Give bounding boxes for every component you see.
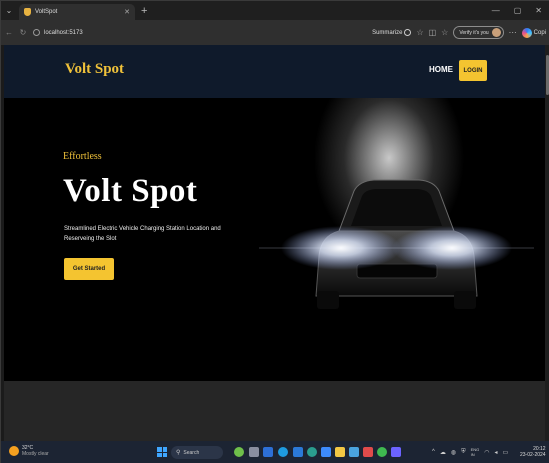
more-options-icon[interactable]: ···	[509, 28, 517, 37]
wifi-icon[interactable]: ◠	[484, 449, 489, 456]
search-placeholder: Search	[183, 449, 200, 456]
summarize-icon	[404, 29, 412, 36]
site-logo[interactable]: Volt Spot	[65, 61, 124, 78]
clock-date: 23-02-2024	[520, 452, 546, 458]
split-screen-icon[interactable]: ◫	[429, 28, 437, 37]
get-started-button[interactable]: Get Started	[64, 258, 114, 280]
web-page: Volt Spot HOME LOGIN Effortless Volt Spo…	[4, 45, 545, 441]
window-controls: — ▢ ✕	[492, 6, 549, 15]
folder-icon[interactable]	[335, 447, 345, 457]
maximize-icon[interactable]: ▢	[514, 6, 522, 15]
app-tray-icon[interactable]: ◍	[451, 449, 456, 456]
copilot-label: Copi	[533, 29, 546, 36]
page-scrollbar[interactable]	[545, 45, 549, 441]
vs-studio-icon[interactable]	[391, 447, 401, 457]
minimize-icon[interactable]: —	[492, 6, 500, 15]
task-view-icon[interactable]	[249, 447, 259, 457]
language-indicator[interactable]: ENG IN	[471, 447, 480, 457]
profile-avatar	[491, 28, 501, 37]
hero-title: Volt Spot	[63, 173, 198, 209]
close-window-icon[interactable]: ✕	[535, 6, 542, 15]
new-tab-icon[interactable]: +	[141, 5, 147, 17]
collections-icon[interactable]: ☆	[441, 28, 448, 37]
security-icon[interactable]: ⛨	[461, 449, 466, 456]
hero-section: Effortless Volt Spot Streamlined Electri…	[4, 98, 545, 381]
refresh-icon[interactable]: ↻	[19, 28, 27, 37]
weather-text: 32°C Mostly clear	[22, 445, 49, 457]
widgets-app-icon[interactable]	[234, 447, 244, 457]
verify-label: Verify it's you	[459, 29, 489, 36]
verify-profile-button[interactable]: Verify it's you	[453, 26, 504, 39]
toolbar-right: Summarize ☆ ◫ ☆ Verify it's you ··· Copi	[372, 26, 546, 39]
cloud-icon[interactable]: ☁	[440, 449, 446, 456]
summarize-label: Summarize	[372, 29, 403, 36]
weather-widget[interactable]: 32°C Mostly clear	[9, 445, 49, 457]
close-tab-icon[interactable]: ✕	[124, 8, 130, 16]
favorites-star-icon[interactable]: ☆	[416, 28, 423, 37]
weather-condition: Mostly clear	[22, 451, 49, 457]
nav-home-link[interactable]: HOME	[429, 65, 453, 74]
file-explorer-icon[interactable]	[263, 447, 273, 457]
page-lower-section	[4, 381, 545, 441]
search-icon: ⚲	[176, 450, 181, 456]
mail-app-icon[interactable]	[363, 447, 373, 457]
region-code: IN	[470, 452, 475, 457]
back-icon[interactable]: ←	[5, 28, 13, 37]
summarize-button[interactable]: Summarize	[372, 29, 412, 36]
battery-icon[interactable]: ▭	[503, 449, 509, 456]
chrome-icon[interactable]	[307, 447, 317, 457]
volume-icon[interactable]: ◂	[495, 449, 498, 456]
tab-strip: ⌄ VoltSpot ✕ + — ▢ ✕	[1, 1, 549, 20]
tab-title: VoltSpot	[35, 9, 58, 15]
start-button-icon[interactable]	[157, 447, 167, 457]
app-icon-green[interactable]	[377, 447, 387, 457]
browser-tab[interactable]: VoltSpot ✕	[19, 4, 135, 20]
login-button[interactable]: LOGIN	[459, 60, 487, 81]
address-field[interactable]: localhost:5173	[33, 25, 113, 41]
browser-window: ⌄ VoltSpot ✕ + — ▢ ✕ ← ↻ localhost:5173 …	[0, 0, 549, 463]
taskbar-search[interactable]: ⚲ Search	[171, 446, 223, 459]
tab-menu-icon[interactable]: ⌄	[1, 1, 17, 20]
car-image	[259, 179, 534, 309]
site-favicon-icon	[24, 8, 31, 16]
site-info-icon[interactable]	[33, 29, 40, 36]
system-tray: ^ ☁ ◍ ⛨ ENG IN ◠ ◂ ▭	[432, 447, 508, 457]
copilot-icon	[521, 27, 532, 38]
tray-overflow-icon[interactable]: ^	[432, 449, 435, 455]
site-navbar: Volt Spot HOME LOGIN	[4, 45, 545, 98]
hero-description: Streamlined Electric Vehicle Charging St…	[64, 226, 221, 242]
hero-eyebrow: Effortless	[63, 151, 102, 162]
url-text: localhost:5173	[44, 29, 83, 36]
address-bar-row: ← ↻ localhost:5173 Summarize ☆ ◫ ☆ Verif…	[1, 20, 549, 45]
weather-icon	[9, 446, 19, 456]
taskbar-clock[interactable]: 20:12 23-02-2024	[520, 446, 546, 458]
edge-browser-icon[interactable]	[278, 447, 288, 457]
app-icon-blue[interactable]	[321, 447, 331, 457]
store-icon[interactable]	[349, 447, 359, 457]
vscode-icon[interactable]	[293, 447, 303, 457]
copilot-button[interactable]: Copi	[521, 27, 546, 38]
